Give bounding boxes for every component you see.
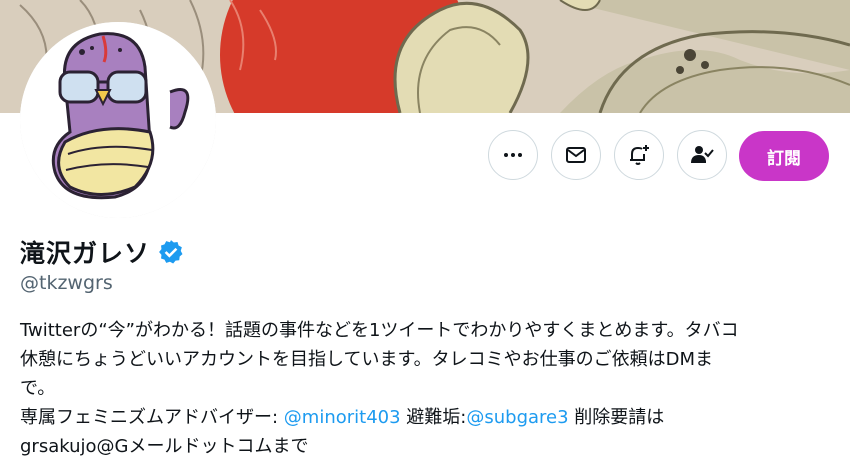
notify-button[interactable] [614, 130, 664, 180]
mention-link-subgare3[interactable]: @subgare3 [466, 407, 568, 428]
subscribe-button[interactable]: 訂閱 [739, 131, 829, 181]
profile-handle: @tkzwgrs [20, 272, 113, 294]
bio-text: 避難垢: [400, 407, 467, 428]
mail-icon [566, 147, 586, 163]
following-button[interactable] [677, 130, 727, 180]
message-button[interactable] [551, 130, 601, 180]
bio-text: 削除要請は [568, 407, 665, 428]
subscribe-label: 訂閱 [767, 148, 801, 169]
profile-bio: Twitterの“今”がわかる！話題の事件などを1ツイートでわかりやすくまとめま… [20, 316, 835, 461]
profile-avatar[interactable] [20, 22, 216, 218]
bio-line: 休憩にちょうどいいアカウントを目指しています。タレコミやお仕事のご依頼はDMま [20, 349, 714, 370]
mention-link-minorit403[interactable]: @minorit403 [284, 407, 401, 428]
verified-badge-icon[interactable] [158, 239, 184, 265]
more-button[interactable] [488, 130, 538, 180]
bio-text: 専属フェミニズムアドバイザー: [20, 407, 284, 428]
more-icon [504, 153, 522, 157]
bio-line: で。 [20, 378, 56, 399]
bell-plus-icon [630, 145, 649, 165]
display-name-row: 滝沢ガレソ [20, 234, 184, 270]
bio-line: grsakujo@Gメールドットコムまで [20, 436, 309, 457]
person-check-icon [691, 146, 714, 163]
display-name: 滝沢ガレソ [20, 239, 151, 268]
bio-line: 専属フェミニズムアドバイザー: @minorit403 避難垢:@subgare… [20, 403, 835, 432]
bio-line: Twitterの“今”がわかる！話題の事件などを1ツイートでわかりやすくまとめま… [20, 320, 739, 341]
snake-character-image [20, 22, 216, 218]
